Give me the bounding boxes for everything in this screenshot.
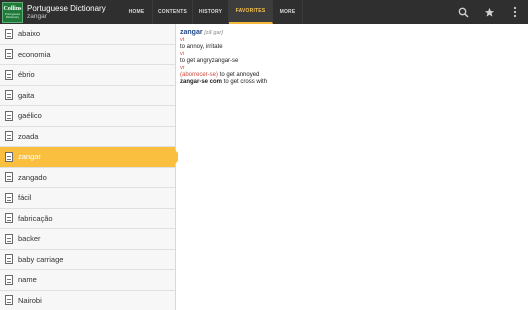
document-icon bbox=[5, 233, 13, 244]
definition-extra: zangar-se bbox=[211, 58, 239, 64]
headword: zangar bbox=[180, 29, 203, 36]
document-icon bbox=[5, 28, 13, 39]
document-icon bbox=[5, 69, 13, 80]
document-icon bbox=[5, 213, 13, 224]
list-item[interactable]: backer bbox=[0, 229, 175, 250]
document-icon bbox=[5, 254, 13, 265]
star-icon[interactable] bbox=[476, 0, 502, 24]
action-icons bbox=[450, 0, 528, 24]
document-icon bbox=[5, 90, 13, 101]
list-item[interactable]: gaita bbox=[0, 86, 175, 106]
title-block: Portuguese Dictionary zangar bbox=[27, 4, 115, 21]
phrase-definition: to get cross with bbox=[223, 79, 268, 85]
document-icon bbox=[5, 151, 13, 162]
document-icon bbox=[5, 295, 13, 306]
list-item[interactable]: abaixo bbox=[0, 24, 175, 45]
tab-contents[interactable]: CONTENTS bbox=[153, 0, 193, 24]
app-title: Portuguese Dictionary bbox=[27, 3, 106, 13]
definition: to annoy, irritate bbox=[180, 44, 223, 50]
word-list: abaixo economia ébrio gaita gaélico zoad… bbox=[0, 24, 182, 310]
dictionary-entry: zangar [zãˈgar] vt to annoy, irritate vi… bbox=[178, 24, 528, 310]
entry-headline: zangar [zãˈgar] bbox=[180, 29, 526, 37]
part-of-speech: vt bbox=[180, 37, 185, 43]
tab-more[interactable]: MORE bbox=[273, 0, 303, 24]
document-icon bbox=[5, 110, 13, 121]
current-word: zangar bbox=[27, 12, 47, 20]
cross-reference-link[interactable]: (aborrecer-se) bbox=[180, 72, 218, 78]
document-icon bbox=[5, 131, 13, 142]
definition: to get annoyed bbox=[219, 72, 260, 78]
list-item[interactable]: zoada bbox=[0, 127, 175, 147]
list-item[interactable]: Nairobi bbox=[0, 291, 175, 310]
list-item[interactable]: name bbox=[0, 270, 175, 291]
search-icon[interactable] bbox=[450, 0, 476, 24]
collins-logo: Collins Portuguese Dictionary bbox=[2, 1, 23, 23]
overflow-menu-icon[interactable] bbox=[502, 0, 528, 24]
document-icon bbox=[5, 49, 13, 60]
list-item[interactable]: baby carriage bbox=[0, 250, 175, 270]
list-item[interactable]: fabricação bbox=[0, 209, 175, 229]
list-item[interactable]: economia bbox=[0, 45, 175, 65]
definition: to get angry bbox=[180, 58, 212, 64]
document-icon bbox=[5, 192, 13, 203]
document-icon bbox=[5, 172, 13, 183]
document-icon bbox=[5, 274, 13, 285]
list-item-selected[interactable]: zangar bbox=[0, 147, 182, 168]
list-item[interactable]: zangado bbox=[0, 168, 175, 188]
pronunciation: [zãˈgar] bbox=[204, 30, 223, 36]
tab-bar: HOME CONTENTS HISTORY FAVORITES MORE bbox=[121, 0, 303, 24]
part-of-speech: vr bbox=[180, 65, 185, 71]
list-item[interactable]: ébrio bbox=[0, 65, 175, 86]
tab-favorites[interactable]: FAVORITES bbox=[229, 0, 273, 24]
tab-home[interactable]: HOME bbox=[121, 0, 153, 24]
list-item[interactable]: gaélico bbox=[0, 106, 175, 127]
tab-history[interactable]: HISTORY bbox=[193, 0, 229, 24]
action-bar: Collins Portuguese Dictionary Portuguese… bbox=[0, 0, 528, 24]
phrase: zangar-se com bbox=[180, 79, 223, 85]
part-of-speech: vi bbox=[180, 51, 184, 57]
list-item[interactable]: fácil bbox=[0, 188, 175, 209]
